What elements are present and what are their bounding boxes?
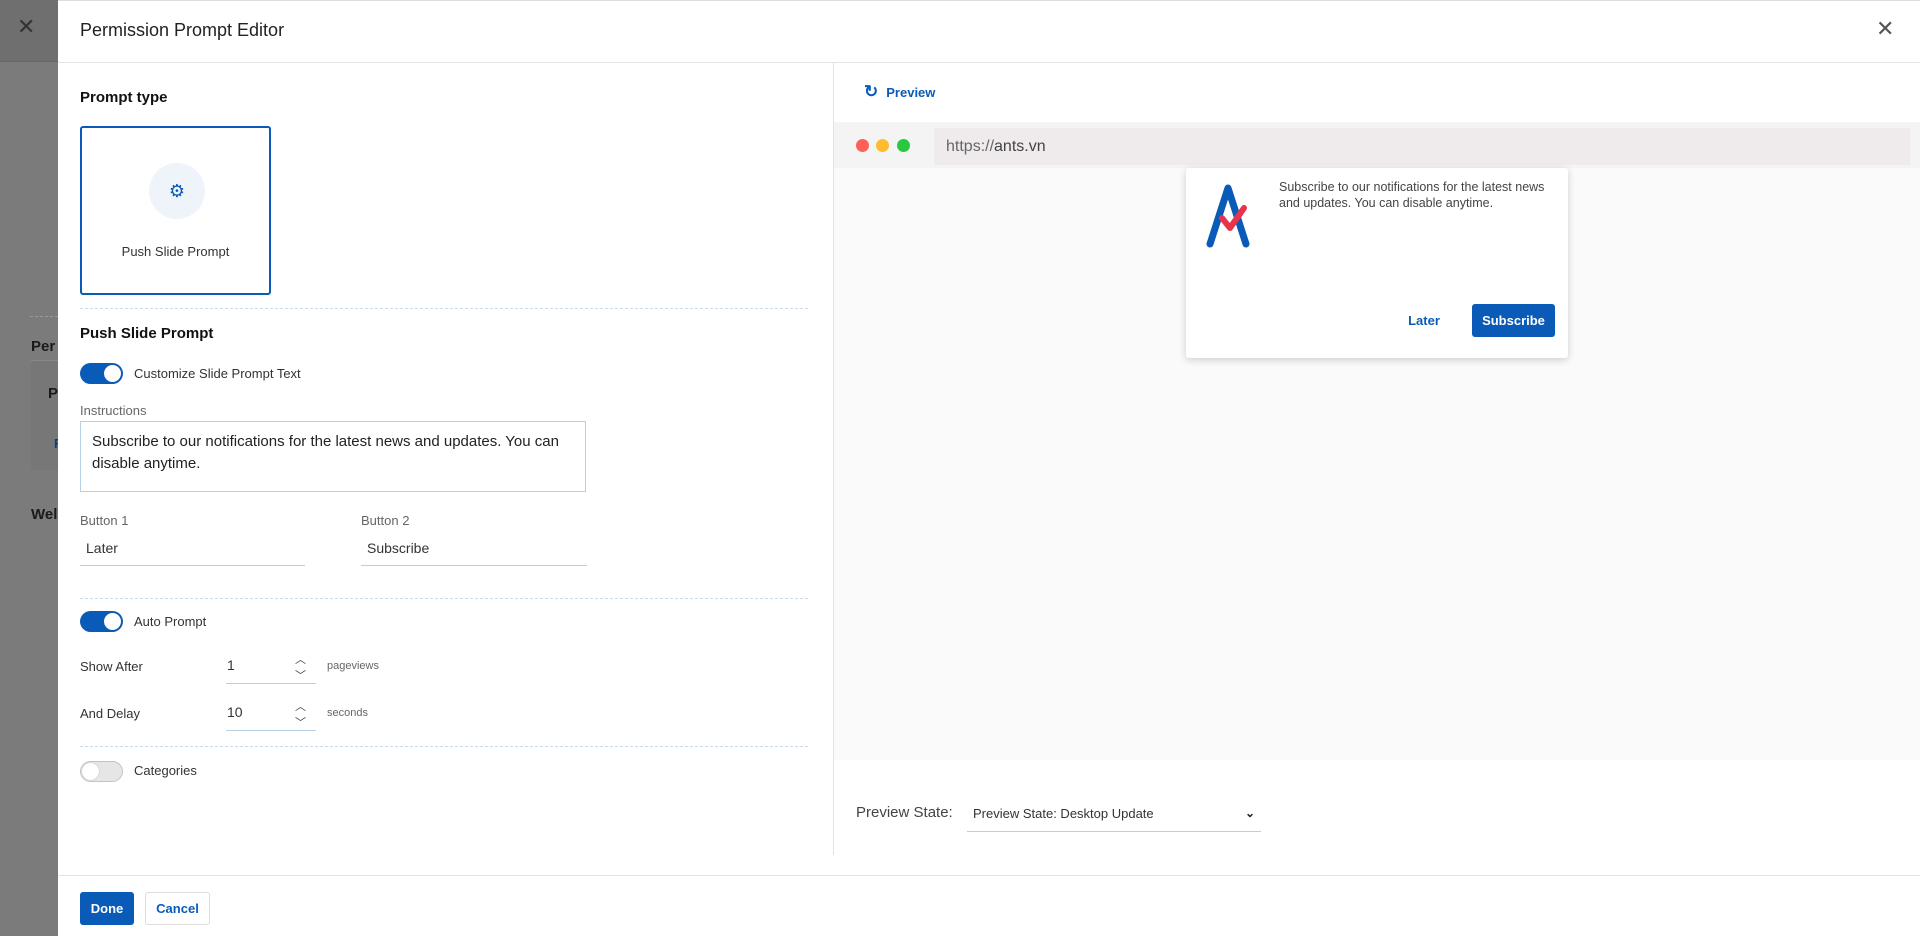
preview-state-select[interactable]: Preview State: Desktop Update ⌄: [967, 795, 1261, 832]
categories-label: Categories: [134, 763, 197, 778]
customize-text-label: Customize Slide Prompt Text: [134, 366, 301, 381]
button2-label: Button 2: [361, 513, 410, 528]
stepper-arrows[interactable]: ︿ ﹀: [295, 699, 306, 731]
button1-label: Button 1: [80, 513, 129, 528]
popup-message: Subscribe to our notifications for the l…: [1279, 180, 1545, 210]
refresh-icon: ↻: [864, 82, 879, 101]
delay-unit: seconds: [327, 707, 368, 719]
divider: [80, 746, 808, 747]
prompt-type-heading: Prompt type: [80, 89, 168, 106]
section-heading: Push Slide Prompt: [80, 325, 214, 342]
button2-input[interactable]: Subscribe: [361, 540, 587, 566]
popup-later-button[interactable]: Later: [1400, 304, 1448, 337]
stepper-arrows[interactable]: ︿ ﹀: [295, 652, 306, 684]
divider: [80, 308, 808, 309]
ants-logo-icon: [1206, 184, 1250, 248]
panel-title: Permission Prompt Editor: [80, 20, 285, 40]
chevron-up-icon[interactable]: ︿: [295, 652, 306, 668]
show-after-unit: pageviews: [327, 660, 379, 672]
backdrop-close-icon[interactable]: ✕: [17, 16, 35, 38]
modal-backdrop[interactable]: ✕ Per P F Wel: [0, 0, 62, 936]
preview-state-label: Preview State:: [856, 804, 953, 821]
preview-state-value: Preview State: Desktop Update: [973, 805, 1154, 821]
background-table: [31, 360, 58, 470]
auto-prompt-toggle[interactable]: [80, 611, 123, 632]
gear-icon: ⚙: [149, 163, 205, 219]
background-text: P: [48, 385, 59, 402]
slide-prompt-popup: Subscribe to our notifications for the l…: [1186, 168, 1568, 358]
done-button[interactable]: Done: [80, 892, 134, 925]
footer-divider: [58, 875, 1920, 876]
card-label: Push Slide Prompt: [121, 244, 230, 259]
window-minimize-dot: [876, 139, 889, 152]
preview-label: Preview: [886, 84, 936, 100]
prompt-type-card-push-slide[interactable]: ⚙ Push Slide Prompt: [80, 126, 271, 295]
chevron-down-icon: ⌄: [1244, 806, 1255, 820]
divider: [30, 316, 58, 317]
chevron-down-icon[interactable]: ﹀: [295, 668, 306, 684]
preview-refresh-button[interactable]: ↻ Preview: [864, 82, 935, 102]
customize-text-toggle[interactable]: [80, 363, 123, 384]
delay-label: And Delay: [80, 706, 140, 721]
close-icon[interactable]: ✕: [1876, 18, 1894, 40]
background-text: Wel: [31, 506, 58, 523]
auto-prompt-label: Auto Prompt: [134, 614, 207, 629]
instructions-textarea[interactable]: Subscribe to our notifications for the l…: [80, 421, 586, 492]
url-scheme: https://: [946, 138, 995, 155]
window-close-dot: [856, 139, 869, 152]
url-bar: https://ants.vn: [934, 128, 1910, 165]
categories-toggle[interactable]: [80, 761, 123, 782]
popup-subscribe-button[interactable]: Subscribe: [1472, 304, 1555, 337]
browser-bar: https://ants.vn: [834, 122, 1920, 168]
show-after-label: Show After: [80, 659, 143, 674]
chevron-up-icon[interactable]: ︿: [295, 699, 306, 715]
header-divider: [58, 62, 1920, 63]
url-host: ants.vn: [994, 138, 1046, 155]
background-text: Per: [31, 338, 56, 355]
button1-input[interactable]: Later: [80, 540, 305, 566]
instructions-label: Instructions: [80, 403, 147, 418]
chevron-down-icon[interactable]: ﹀: [295, 715, 306, 731]
cancel-button[interactable]: Cancel: [145, 892, 210, 925]
window-maximize-dot: [897, 139, 910, 152]
divider: [80, 598, 808, 599]
